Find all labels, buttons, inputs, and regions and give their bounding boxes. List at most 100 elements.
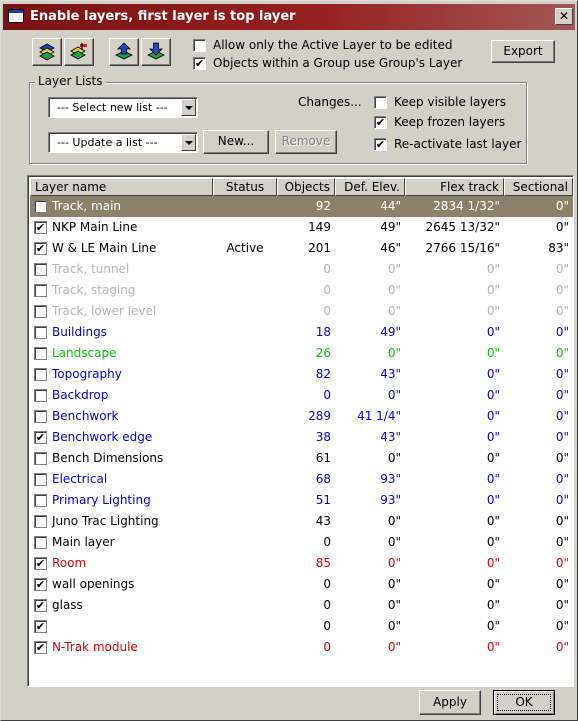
cell-sectional: 0" bbox=[555, 409, 569, 423]
column-header-status[interactable]: Status bbox=[213, 178, 277, 196]
table-row[interactable]: ✔ Benchwork edge 38 43" 0" 0" bbox=[30, 427, 573, 448]
table-row[interactable]: Electrical 68 93" 0" 0" bbox=[30, 469, 573, 490]
cell-sectional: 83" bbox=[548, 241, 569, 255]
chevron-down-icon[interactable] bbox=[181, 99, 196, 116]
column-header-layer-name[interactable]: Layer name bbox=[30, 178, 213, 196]
cell-status bbox=[213, 259, 277, 280]
cell-objects: 0 bbox=[323, 304, 331, 318]
apply-button[interactable]: Apply bbox=[419, 690, 481, 715]
layer-visible-checkbox[interactable] bbox=[34, 305, 47, 318]
column-header-sectional[interactable]: Sectional bbox=[504, 178, 573, 196]
table-row[interactable]: Track, tunnel 0 0" 0" 0" bbox=[30, 259, 573, 280]
table-row[interactable]: Benchwork 289 41 1/4" 0" 0" bbox=[30, 406, 573, 427]
chevron-down-icon[interactable] bbox=[181, 134, 196, 151]
table-row[interactable]: ✔ N-Trak module 0 0" 0" 0" bbox=[30, 637, 573, 658]
table-row[interactable]: ✔ wall openings 0 0" 0" 0" bbox=[30, 574, 573, 595]
new-list-button[interactable]: New... bbox=[203, 130, 269, 154]
table-row[interactable]: ✔ Room 85 0" 0" 0" bbox=[30, 553, 573, 574]
cell-status bbox=[213, 532, 277, 553]
table-row[interactable]: Topography 82 43" 0" 0" bbox=[30, 364, 573, 385]
layer-visible-checkbox[interactable] bbox=[34, 473, 47, 486]
close-button[interactable]: ✕ bbox=[555, 8, 573, 25]
ok-button[interactable]: OK bbox=[493, 690, 555, 715]
layer-visible-checkbox[interactable] bbox=[34, 536, 47, 549]
layer-visible-checkbox[interactable]: ✔ bbox=[34, 242, 47, 255]
column-header-objects[interactable]: Objects bbox=[277, 178, 335, 196]
table-row[interactable]: Primary Lighting 51 93" 0" 0" bbox=[30, 490, 573, 511]
group-layer-checkbox[interactable]: ✔ bbox=[193, 57, 206, 70]
cell-sectional: 0" bbox=[555, 640, 569, 654]
cell-sectional: 0" bbox=[555, 619, 569, 633]
remove-list-button[interactable]: Remove bbox=[275, 130, 337, 154]
table-row[interactable]: Buildings 18 49" 0" 0" bbox=[30, 322, 573, 343]
layer-visible-checkbox[interactable]: ✔ bbox=[34, 578, 47, 591]
cell-status bbox=[213, 511, 277, 532]
cell-flex-track: 0" bbox=[486, 619, 500, 633]
cell-layer-name: glass bbox=[52, 598, 83, 612]
active-only-checkbox[interactable] bbox=[193, 39, 206, 52]
cell-sectional: 0" bbox=[555, 430, 569, 444]
cell-layer-name: Benchwork edge bbox=[52, 430, 153, 444]
table-row[interactable]: ✔ W & LE Main Line Active 201 46" 2766 15/16"… bbox=[30, 238, 573, 259]
update-list-dropdown[interactable]: --- Update a list --- bbox=[48, 132, 198, 153]
table-row[interactable]: ✔ NKP Main Line 149 49" 2645 13/32" 0" bbox=[30, 217, 573, 238]
cell-status bbox=[213, 322, 277, 343]
export-button[interactable]: Export bbox=[491, 40, 555, 63]
cell-status bbox=[213, 637, 277, 658]
cell-objects: 92 bbox=[315, 199, 331, 213]
keep-visible-checkbox[interactable] bbox=[374, 96, 387, 109]
keep-frozen-checkbox[interactable]: ✔ bbox=[374, 116, 387, 129]
cell-objects: 289 bbox=[308, 409, 331, 423]
edit-layers-button[interactable] bbox=[64, 38, 94, 66]
cell-objects: 61 bbox=[315, 451, 331, 465]
layer-visible-checkbox[interactable]: ✔ bbox=[34, 557, 47, 570]
table-row[interactable]: Backdrop 0 0" 0" 0" bbox=[30, 385, 573, 406]
table-row[interactable]: ✔ glass 0 0" 0" 0" bbox=[30, 595, 573, 616]
table-row[interactable]: ✔ 0 0" 0" 0" bbox=[30, 616, 573, 637]
cell-sectional: 0" bbox=[555, 325, 569, 339]
layer-visible-checkbox[interactable] bbox=[34, 284, 47, 297]
table-row[interactable]: Track, lower level 0 0" 0" 0" bbox=[30, 301, 573, 322]
layer-visible-checkbox[interactable] bbox=[34, 452, 47, 465]
layer-visible-checkbox[interactable] bbox=[34, 347, 47, 360]
layer-visible-checkbox[interactable]: ✔ bbox=[34, 599, 47, 612]
reactivate-last-checkbox[interactable]: ✔ bbox=[374, 138, 387, 151]
cell-layer-name: Electrical bbox=[52, 472, 108, 486]
cell-status bbox=[213, 343, 277, 364]
layer-visible-checkbox[interactable]: ✔ bbox=[34, 620, 47, 633]
cell-layer-name: Buildings bbox=[52, 325, 107, 339]
layer-list-view[interactable]: Layer name Status Objects Def. Elev. Fle… bbox=[27, 175, 574, 687]
cell-def-elev: 0" bbox=[387, 556, 401, 570]
title-bar[interactable]: Enable layers, first layer is top layer … bbox=[3, 4, 575, 30]
column-header-def-elev[interactable]: Def. Elev. bbox=[335, 178, 405, 196]
layer-visible-checkbox[interactable] bbox=[34, 389, 47, 402]
move-down-button[interactable] bbox=[141, 38, 171, 66]
cell-status: Active bbox=[226, 241, 264, 255]
cell-flex-track: 0" bbox=[486, 472, 500, 486]
table-row[interactable]: Track, staging 0 0" 0" 0" bbox=[30, 280, 573, 301]
cell-flex-track: 2645 13/32" bbox=[425, 220, 500, 234]
layers-button[interactable] bbox=[32, 38, 62, 66]
layer-visible-checkbox[interactable] bbox=[34, 410, 47, 423]
move-up-button[interactable] bbox=[109, 38, 139, 66]
select-new-list-dropdown[interactable]: --- Select new list --- bbox=[48, 97, 198, 118]
column-header-flex-track[interactable]: Flex track bbox=[405, 178, 504, 196]
table-row[interactable]: Bench Dimensions 61 0" 0" 0" bbox=[30, 448, 573, 469]
table-row[interactable]: Juno Trac Lighting 43 0" 0" 0" bbox=[30, 511, 573, 532]
layer-visible-checkbox[interactable]: ✔ bbox=[34, 221, 47, 234]
layer-visible-checkbox[interactable] bbox=[34, 494, 47, 507]
layer-visible-checkbox[interactable] bbox=[34, 326, 47, 339]
cell-flex-track: 0" bbox=[486, 388, 500, 402]
table-row[interactable]: Main layer 0 0" 0" 0" bbox=[30, 532, 573, 553]
layer-visible-checkbox[interactable]: ✔ bbox=[34, 641, 47, 654]
cell-flex-track: 0" bbox=[486, 409, 500, 423]
table-row[interactable]: Track, main 92 44" 2834 1/32" 0" bbox=[30, 196, 573, 217]
layer-visible-checkbox[interactable] bbox=[34, 515, 47, 528]
layer-visible-checkbox[interactable] bbox=[34, 368, 47, 381]
table-row[interactable]: Landscape 26 0" 0" 0" bbox=[30, 343, 573, 364]
layer-visible-checkbox[interactable] bbox=[34, 200, 47, 213]
layer-visible-checkbox[interactable]: ✔ bbox=[34, 431, 47, 444]
cell-status bbox=[213, 406, 277, 427]
cell-def-elev: 0" bbox=[387, 346, 401, 360]
layer-visible-checkbox[interactable] bbox=[34, 263, 47, 276]
